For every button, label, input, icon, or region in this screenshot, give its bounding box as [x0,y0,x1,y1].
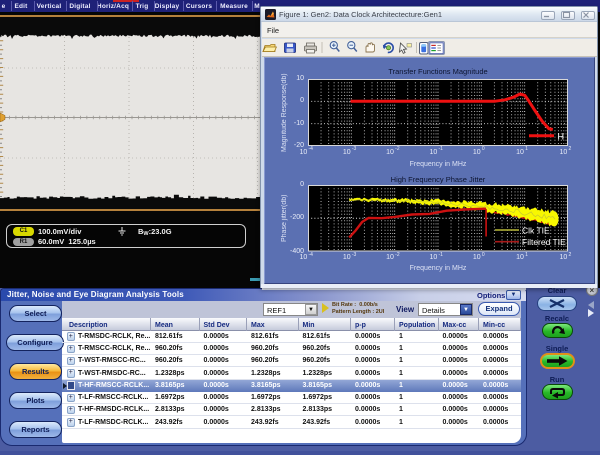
svg-text:Clk TIE: Clk TIE [522,226,550,236]
svg-text:H: H [557,132,564,142]
svg-text:Filtered TIE: Filtered TIE [522,237,566,247]
